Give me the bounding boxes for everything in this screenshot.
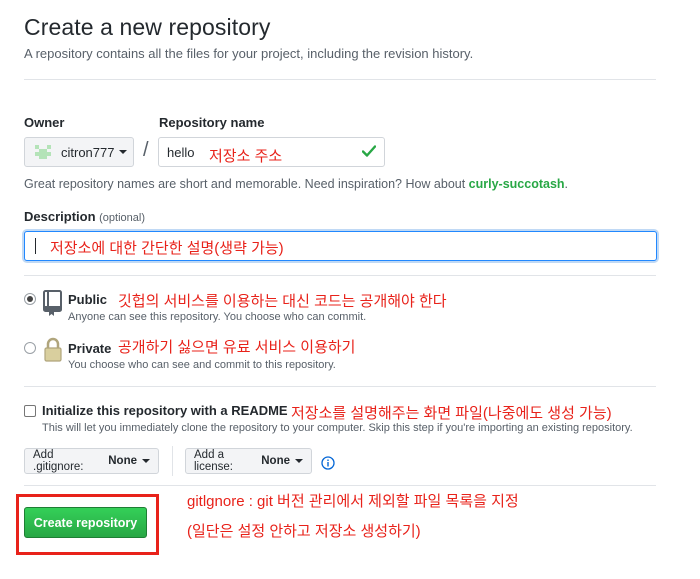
readme-option-title: Initialize this repository with a README xyxy=(42,403,288,418)
add-gitignore-button[interactable]: Add .gitignore: None xyxy=(24,448,159,474)
divider xyxy=(24,79,656,80)
lock-icon xyxy=(43,337,63,368)
create-repository-button[interactable]: Create repository xyxy=(24,507,147,538)
repo-name-value: hello xyxy=(167,144,195,160)
owner-value: citron777 xyxy=(61,144,115,160)
repo-name-label: Repository name xyxy=(159,115,265,130)
repo-name-annotation: 저장소 주소 xyxy=(209,148,283,165)
gitignore-annotation: gitlgnore : git 버전 관리에서 제외할 파일 목록을 지정 xyxy=(187,493,519,510)
public-radio[interactable] xyxy=(24,293,36,305)
info-icon[interactable] xyxy=(321,456,335,475)
divider xyxy=(24,485,656,486)
private-option-desc: You choose who can see and commit to thi… xyxy=(68,359,336,371)
check-icon xyxy=(361,142,377,163)
license-value: None xyxy=(261,455,290,467)
identicon-avatar xyxy=(35,145,51,159)
name-suggestion-link[interactable]: curly-succotash xyxy=(469,177,565,191)
gitignore-value: None xyxy=(108,455,137,467)
create-annotation: (일단은 설정 안하고 저장소 생성하기) xyxy=(187,523,421,540)
vertical-divider xyxy=(172,446,173,476)
hint-end: . xyxy=(564,177,569,191)
caret-down-icon xyxy=(295,459,303,463)
description-label-text: Description xyxy=(24,209,96,224)
divider xyxy=(24,386,656,387)
text-cursor xyxy=(35,238,36,254)
page-subtitle: A repository contains all the files for … xyxy=(24,46,474,61)
repo-name-hint: Great repository names are short and mem… xyxy=(24,177,568,191)
public-annotation: 깃헙의 서비스를 이용하는 대신 코드는 공개해야 한다 xyxy=(118,293,447,310)
public-option-title: Public xyxy=(68,292,108,307)
caret-down-icon xyxy=(119,150,128,154)
gitignore-label: Add .gitignore: xyxy=(33,449,84,473)
owner-repo-separator: / xyxy=(143,139,149,161)
divider xyxy=(24,275,656,276)
readme-option-desc: This will let you immediately clone the … xyxy=(42,422,633,434)
owner-select-button[interactable]: citron777 xyxy=(24,137,134,167)
license-label: Add a license: xyxy=(194,449,233,473)
description-label: Description (optional) xyxy=(24,209,145,224)
hint-text: Great repository names are short and mem… xyxy=(24,177,469,191)
description-annotation: 저장소에 대한 간단한 설명(생략 가능) xyxy=(50,240,284,257)
public-option-desc: Anyone can see this repository. You choo… xyxy=(68,311,367,323)
add-license-button[interactable]: Add a license: None xyxy=(185,448,312,474)
repo-public-icon xyxy=(42,289,64,322)
description-optional-text: (optional) xyxy=(99,212,145,224)
private-option-title: Private xyxy=(68,341,112,356)
private-radio[interactable] xyxy=(24,342,36,354)
page-title: Create a new repository xyxy=(24,14,271,40)
readme-checkbox[interactable] xyxy=(24,405,36,417)
owner-label: Owner xyxy=(24,115,65,130)
private-annotation: 공개하기 싫으면 유료 서비스 이용하기 xyxy=(118,339,356,356)
caret-down-icon xyxy=(142,459,150,463)
readme-annotation: 저장소를 설명해주는 화면 파일(나중에도 생성 가능) xyxy=(291,405,612,422)
